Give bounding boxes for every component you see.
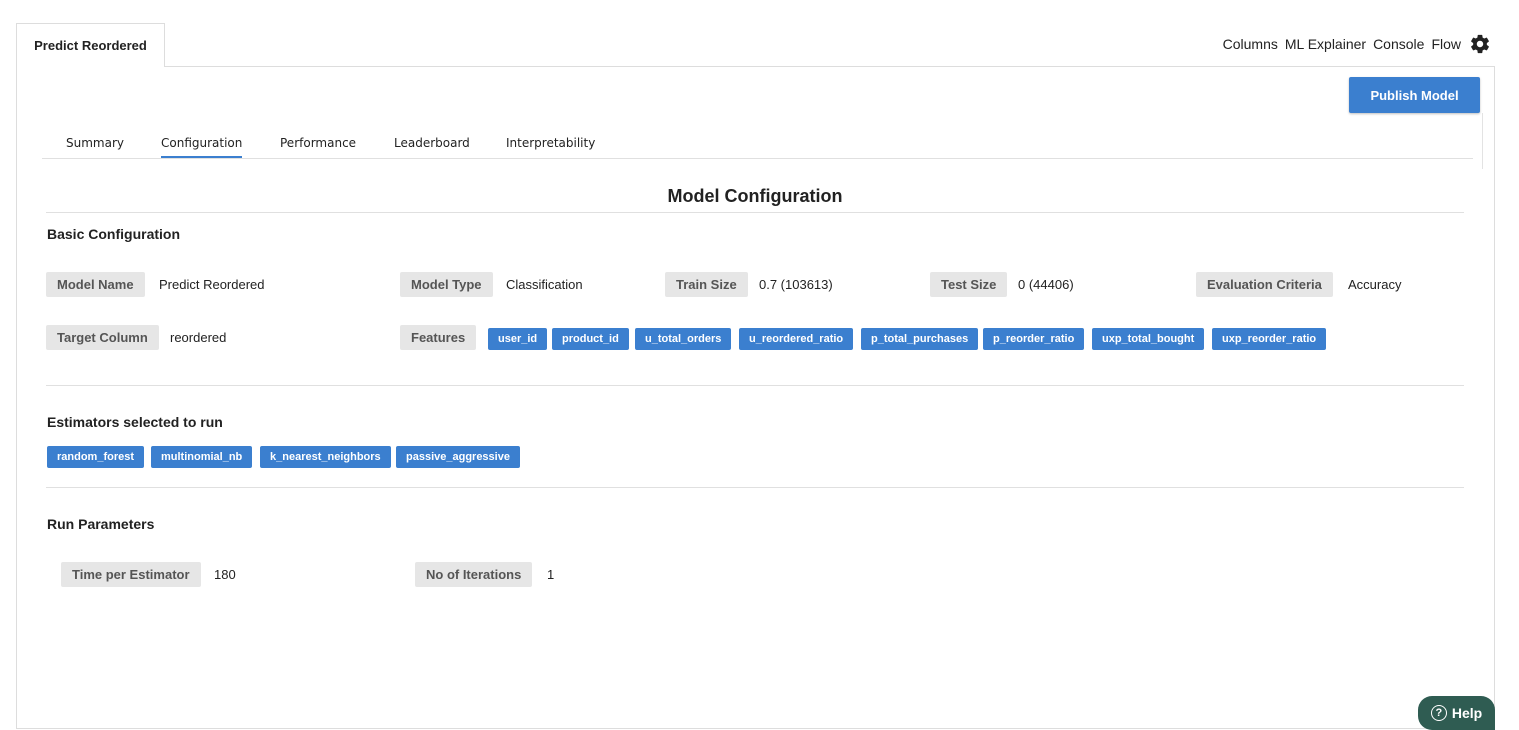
tab-summary[interactable]: Summary [66, 136, 124, 156]
estimator-tag: random_forest [47, 446, 145, 468]
publish-model-button[interactable]: Publish Model [1349, 77, 1480, 113]
feature-tag: user_id [488, 328, 548, 350]
run-parameters-heading: Run Parameters [47, 516, 155, 532]
page-title: Model Configuration [667, 186, 843, 206]
subtab-bar: Summary Configuration Performance Leader… [42, 128, 1473, 159]
feature-tag: u_total_orders [635, 328, 732, 350]
columns-link[interactable]: Columns [1223, 36, 1278, 52]
train-size-label: Train Size [665, 272, 748, 297]
flow-link[interactable]: Flow [1431, 36, 1461, 52]
tab-configuration[interactable]: Configuration [161, 136, 243, 158]
evaluation-criteria-label: Evaluation Criteria [1196, 272, 1333, 297]
divider [46, 487, 1464, 488]
divider [46, 212, 1464, 213]
estimators-heading: Estimators selected to run [47, 414, 223, 430]
target-column-value: reordered [170, 330, 227, 345]
feature-tag: p_total_purchases [861, 328, 979, 350]
tab-performance[interactable]: Performance [280, 136, 356, 156]
evaluation-criteria-value: Accuracy [1348, 277, 1402, 292]
basic-configuration-heading: Basic Configuration [47, 226, 181, 242]
help-label: Help [1451, 705, 1483, 721]
time-per-estimator-value: 180 [214, 567, 236, 582]
question-circle-icon: ? [1430, 705, 1447, 721]
train-size-value: 0.7 (103613) [759, 277, 833, 292]
tab-predict-reordered[interactable]: Predict Reordered [16, 23, 165, 67]
target-column-label: Target Column [46, 325, 159, 350]
feature-tag: u_reordered_ratio [739, 328, 854, 350]
iterations-value: 1 [547, 567, 555, 582]
time-per-estimator-label: Time per Estimator [61, 562, 201, 587]
estimator-tag: multinomial_nb [151, 446, 253, 468]
test-size-label: Test Size [930, 272, 1008, 297]
test-size-value: 0 (44406) [1018, 277, 1074, 292]
ml-explainer-link[interactable]: ML Explainer [1285, 36, 1366, 52]
main-panel [16, 66, 1495, 729]
tab-leaderboard[interactable]: Leaderboard [394, 136, 470, 156]
features-label: Features [400, 325, 477, 350]
estimator-tag: passive_aggressive [396, 446, 520, 468]
estimator-tag: k_nearest_neighbors [260, 446, 391, 468]
model-name-label: Model Name [46, 272, 145, 297]
scrollbar-track [1482, 113, 1483, 169]
iterations-label: No of Iterations [415, 562, 533, 587]
model-type-value: Classification [506, 277, 583, 292]
feature-tag: product_id [552, 328, 629, 350]
tab-interpretability[interactable]: Interpretability [506, 136, 595, 156]
gear-icon[interactable] [1469, 33, 1491, 55]
model-name-value: Predict Reordered [159, 277, 265, 292]
model-type-label: Model Type [400, 272, 493, 297]
feature-tag: p_reorder_ratio [983, 328, 1085, 350]
top-nav: Columns ML Explainer Console Flow [1216, 33, 1491, 55]
divider [46, 385, 1464, 386]
feature-tag: uxp_reorder_ratio [1212, 328, 1327, 350]
console-link[interactable]: Console [1373, 36, 1424, 52]
feature-tag: uxp_total_bought [1092, 328, 1205, 350]
help-button[interactable]: ? Help [1418, 696, 1495, 730]
